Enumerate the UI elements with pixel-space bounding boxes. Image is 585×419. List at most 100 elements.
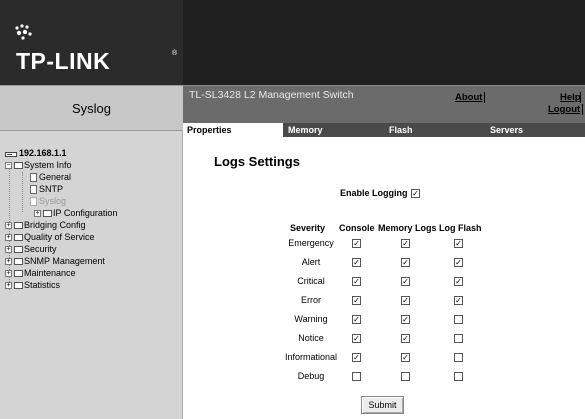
expand-icon[interactable]: + <box>5 282 12 290</box>
sidebar-item-bridging-config[interactable]: + Bridging Config <box>5 220 86 231</box>
expand-icon[interactable]: + <box>5 222 12 230</box>
severity-label: Error <box>301 295 321 305</box>
link-separator <box>582 104 583 115</box>
folder-icon <box>14 282 23 290</box>
tab-bar: Properties Memory Flash Servers <box>183 123 585 137</box>
column-header-console: Console <box>339 223 375 233</box>
memory-logs-checkbox[interactable]: ✓ <box>401 239 410 248</box>
page-icon <box>30 173 37 183</box>
sidebar-item-maintenance[interactable]: + Maintenance <box>5 268 76 279</box>
log-flash-checkbox[interactable]: ✓ <box>454 239 463 248</box>
log-flash-checkbox[interactable]: ✓ <box>454 296 463 305</box>
log-flash-checkbox[interactable] <box>454 334 463 343</box>
console-checkbox[interactable] <box>352 372 361 381</box>
page-title: Syslog <box>0 85 183 131</box>
submit-button[interactable]: Submit <box>361 396 404 414</box>
log-flash-checkbox[interactable]: ✓ <box>454 258 463 267</box>
page-icon <box>30 185 37 195</box>
enable-logging-checkbox[interactable]: ✓ <box>411 189 420 198</box>
sidebar-tree: 192.168.1.1 − System Info General SNTP Sy… <box>0 131 183 419</box>
log-flash-checkbox[interactable]: ✓ <box>454 277 463 286</box>
expand-icon[interactable]: + <box>34 210 41 218</box>
console-checkbox[interactable]: ✓ <box>352 239 361 248</box>
link-separator <box>484 92 485 103</box>
sidebar-item-label: Statistics <box>24 280 61 290</box>
sidebar-item-label: System Info <box>24 160 72 170</box>
sidebar-item-ip-configuration[interactable]: + IP Configuration <box>34 208 117 219</box>
memory-logs-checkbox[interactable]: ✓ <box>401 334 410 343</box>
computer-icon <box>5 152 17 158</box>
sidebar-item-label: General <box>39 172 72 182</box>
sidebar-item-label: SNMP Management <box>24 256 105 266</box>
brand-logo-text: TP-LINK <box>16 48 111 74</box>
severity-label: Critical <box>297 276 325 286</box>
memory-logs-checkbox[interactable]: ✓ <box>401 353 410 362</box>
memory-logs-checkbox[interactable]: ✓ <box>401 296 410 305</box>
folder-icon <box>14 234 23 242</box>
sidebar-item-statistics[interactable]: + Statistics <box>5 280 60 291</box>
sidebar-item-snmp-management[interactable]: + SNMP Management <box>5 256 105 267</box>
memory-logs-checkbox[interactable]: ✓ <box>401 315 410 324</box>
folder-icon <box>14 270 23 278</box>
folder-icon <box>14 258 23 266</box>
memory-logs-checkbox[interactable] <box>401 372 410 381</box>
console-checkbox[interactable]: ✓ <box>352 353 361 362</box>
sidebar-item-security[interactable]: + Security <box>5 244 57 255</box>
memory-logs-checkbox[interactable]: ✓ <box>401 258 410 267</box>
sidebar-item-label: Bridging Config <box>24 220 86 230</box>
tab-memory[interactable]: Memory <box>284 123 384 137</box>
tree-root-label: 192.168.1.1 <box>19 148 67 158</box>
console-checkbox[interactable]: ✓ <box>352 277 361 286</box>
log-flash-checkbox[interactable] <box>454 372 463 381</box>
logo-banner: TP-LINK ® <box>0 0 183 85</box>
help-link[interactable]: Help <box>560 92 581 103</box>
folder-icon <box>43 210 52 218</box>
column-header-log-flash: Log Flash <box>439 223 482 233</box>
tp-link-logo-icon <box>15 24 32 40</box>
log-flash-checkbox[interactable] <box>454 353 463 362</box>
folder-icon <box>14 222 23 230</box>
link-separator <box>580 92 581 103</box>
banner-fill <box>183 0 585 85</box>
console-checkbox[interactable]: ✓ <box>352 334 361 343</box>
console-checkbox[interactable]: ✓ <box>352 296 361 305</box>
sidebar-item-system-info[interactable]: − System Info <box>5 160 72 171</box>
sidebar-item-sntp[interactable]: SNTP <box>30 184 63 195</box>
sidebar-item-quality-of-service[interactable]: + Quality of Service <box>5 232 95 243</box>
collapse-icon[interactable]: − <box>5 162 12 170</box>
log-flash-checkbox[interactable] <box>454 315 463 324</box>
expand-icon[interactable]: + <box>5 258 12 266</box>
memory-logs-checkbox[interactable]: ✓ <box>401 277 410 286</box>
console-checkbox[interactable]: ✓ <box>352 315 361 324</box>
expand-icon[interactable]: + <box>5 246 12 254</box>
logout-link[interactable]: Logout <box>548 104 580 115</box>
expand-icon[interactable]: + <box>5 270 12 278</box>
about-link[interactable]: About <box>455 92 482 103</box>
sidebar-item-general[interactable]: General <box>30 172 71 183</box>
console-checkbox[interactable]: ✓ <box>352 258 361 267</box>
folder-icon <box>14 246 23 254</box>
column-header-memory-logs: Memory Logs <box>378 223 437 233</box>
sidebar-item-label: Maintenance <box>24 268 76 278</box>
page-title-text: Syslog <box>71 100 112 116</box>
tree-root[interactable]: 192.168.1.1 <box>5 148 67 159</box>
column-header-severity: Severity <box>290 223 326 233</box>
tree-line <box>22 172 23 212</box>
folder-open-icon <box>14 162 23 170</box>
severity-label: Informational <box>284 352 338 362</box>
expand-icon[interactable]: + <box>5 234 12 242</box>
registered-mark: ® <box>172 50 178 57</box>
enable-logging-label: Enable Logging <box>340 188 408 198</box>
sidebar-item-label: SNTP <box>39 184 64 194</box>
tab-servers[interactable]: Servers <box>486 123 585 137</box>
severity-label: Notice <box>298 333 324 343</box>
page-icon <box>30 197 37 207</box>
tab-flash[interactable]: Flash <box>385 123 485 137</box>
sidebar-item-syslog[interactable]: Syslog <box>30 196 66 207</box>
tab-properties[interactable]: Properties <box>183 123 283 137</box>
severity-label: Warning <box>294 314 328 324</box>
product-header: TL-SL3428 L2 Management Switch <box>183 85 585 123</box>
sidebar-item-label: Quality of Service <box>24 232 95 242</box>
section-heading: Logs Settings <box>214 154 300 169</box>
severity-label: Emergency <box>288 238 334 248</box>
